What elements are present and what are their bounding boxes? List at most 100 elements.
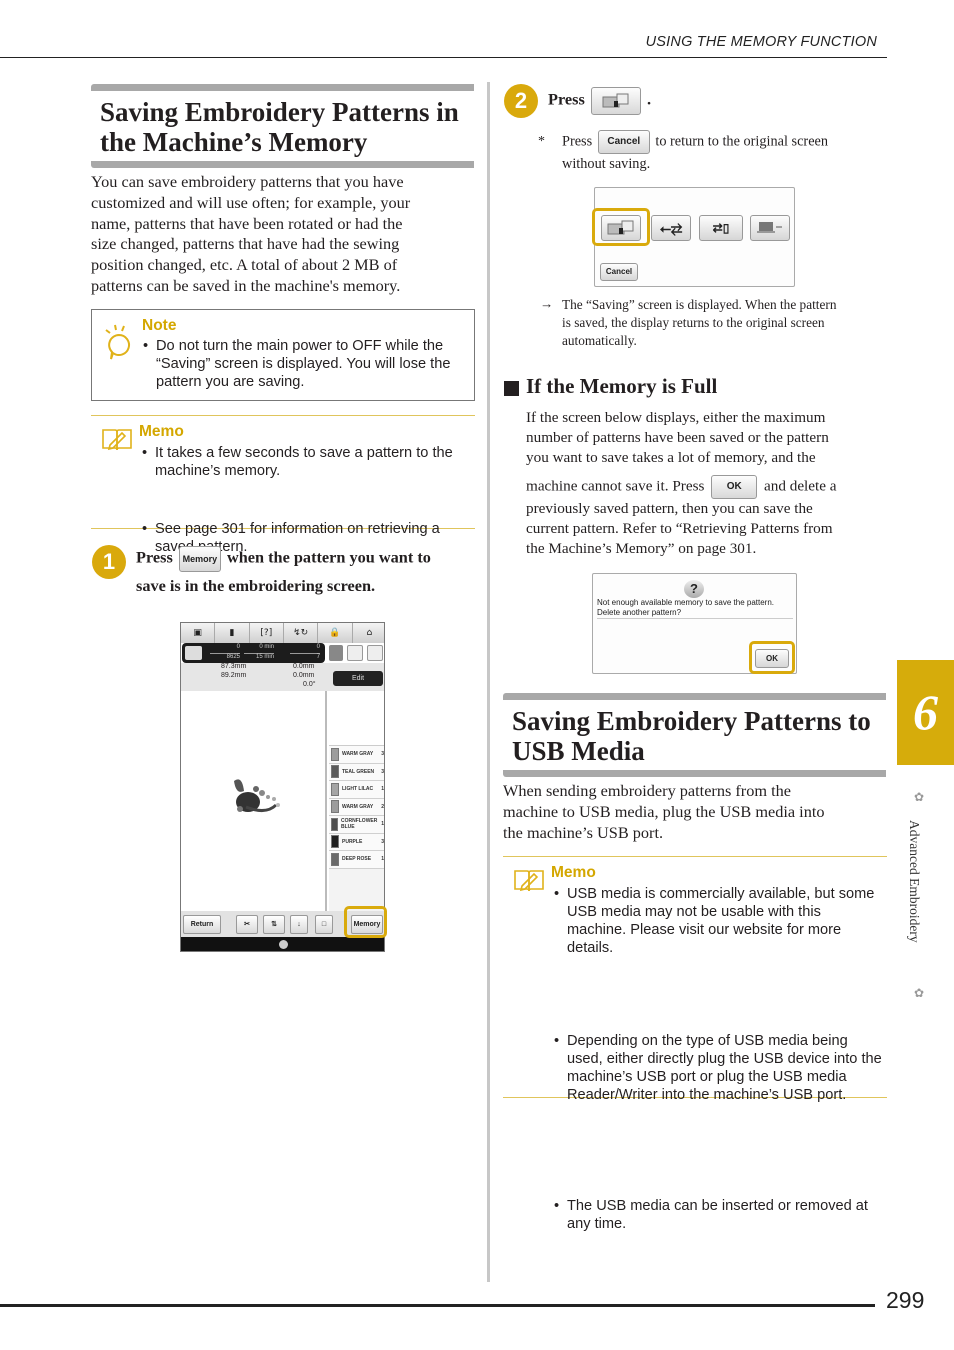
page-number: 299 — [886, 1287, 925, 1313]
settings-icon[interactable] — [279, 940, 288, 949]
result-text: The “Saving” screen is displayed. When t… — [562, 296, 887, 350]
text-line: you want to save takes a lot of memory, … — [526, 448, 816, 466]
chapter-side-label: ✿ Advanced Embroidery ✿ — [906, 790, 936, 1010]
thread-row[interactable]: CORNFLOWER BLUE 1 — [329, 816, 384, 834]
dialog-message-line2: Delete another pattern? — [597, 608, 682, 617]
text-line: previously saved pattern, then you can s… — [526, 500, 813, 518]
needle-icon[interactable]: ↓ — [290, 915, 308, 934]
offset-horizontal: 0.0mm — [293, 672, 315, 679]
tension-icon[interactable]: ⇅ — [263, 915, 285, 934]
thread-swatch — [331, 852, 339, 866]
text-line: machine cannot save it. Press OK and del… — [526, 475, 886, 500]
ok-post: and delete a — [764, 477, 837, 495]
usb-memo-box: Memo USB media is commercially available… — [503, 856, 887, 1232]
thread-row[interactable]: LIGHT LILAC 1 — [329, 781, 384, 799]
thread-row[interactable]: WARM GRAY 3 — [329, 746, 384, 764]
memo-item: It takes a few seconds to save a pattern… — [141, 444, 466, 480]
header-rule — [0, 57, 887, 58]
text-line: number of patterns have been saved or th… — [526, 428, 829, 446]
step2-press: Press — [548, 89, 585, 109]
cancel-note-post: to return to the original screen — [655, 133, 829, 150]
dialog-cancel-button[interactable]: Cancel — [600, 263, 638, 281]
text-line: If the screen below displays, either the… — [526, 409, 826, 426]
usb-title-line1: Saving Embroidery Patterns to — [512, 706, 871, 736]
memory-button-highlight — [344, 906, 387, 938]
thread-name: PURPLE — [342, 838, 363, 845]
layout-icon[interactable] — [329, 645, 343, 661]
thread-count: 1 — [381, 821, 384, 828]
thread-row[interactable]: PURPLE 3 — [329, 833, 384, 851]
ornament-icon: ✿ — [914, 790, 925, 804]
return-button[interactable]: Return — [183, 915, 221, 934]
text-line: size changed, patterns that have had the… — [91, 234, 400, 254]
color-current: 0 — [316, 644, 320, 650]
stitch-count-current: 0 — [236, 644, 240, 650]
help-icon[interactable]: [?] — [250, 623, 284, 643]
cancel-button-ref: Cancel — [597, 130, 650, 154]
ornament-icon: ✿ — [914, 986, 925, 1000]
usb-port-1-button[interactable]: ⭠⇄ — [651, 215, 691, 241]
memory-full-heading: If the Memory is Full — [526, 374, 718, 398]
thread-swatch — [331, 800, 339, 814]
cancel-note-pre: Press — [562, 133, 593, 150]
heading-bar-bottom — [91, 161, 474, 168]
memo-book-icon — [514, 870, 544, 892]
heading-bar-top — [91, 84, 474, 91]
usb-port-2-button[interactable]: ⇄▯ — [699, 215, 743, 241]
step2-period: . — [646, 89, 652, 109]
column-divider — [487, 82, 490, 1282]
step1-line2: save is in the embroidering screen. — [136, 576, 376, 595]
step-badge-2: 2 — [504, 84, 538, 118]
thread-panel: WARM GRAY 3 TEAL GREEN 3 LIGHT LILAC 1 WARM GR… — [329, 691, 384, 911]
camera-icon[interactable]: ▣ — [181, 623, 216, 643]
ok-button-ref: OK — [711, 475, 758, 500]
thread-name: LIGHT LILAC — [342, 786, 374, 793]
memory-option-highlight — [592, 208, 650, 246]
edit-button[interactable]: Edit — [333, 671, 383, 686]
home-icon[interactable]: ⌂ — [353, 623, 384, 643]
memo-item: Depending on the type of USB media being… — [553, 1032, 883, 1104]
thread-icon[interactable] — [367, 645, 383, 661]
note-title: Note — [142, 317, 177, 334]
stitch-count-total: 8625 — [210, 653, 240, 660]
step-badge-1: 1 — [92, 545, 126, 579]
step2-instruction: Press . — [548, 87, 651, 115]
dialog-message: Not enough available memory to save the … — [597, 598, 793, 619]
memory-button-ref: Memory — [178, 546, 221, 572]
text-line: The “Saving” screen is displayed. When t… — [562, 297, 837, 312]
lock-icon[interactable]: 🔒 — [318, 623, 353, 643]
memory-full-paragraph: If the screen below displays, either the… — [526, 408, 886, 559]
text-line: automatically. — [562, 333, 637, 348]
thread-row[interactable]: DEEP ROSE 1 — [329, 851, 384, 869]
thread-count: 1 — [381, 856, 384, 863]
page-icon[interactable]: ▮ — [215, 623, 250, 643]
thread-count: 1 — [381, 786, 384, 793]
computer-usb-button[interactable] — [750, 215, 790, 241]
trial-icon[interactable]: □ — [315, 915, 333, 934]
question-icon: ? — [684, 580, 704, 598]
thread-name: WARM GRAY — [342, 803, 374, 810]
arrow-result: → — [540, 296, 554, 311]
section-title-line1: Saving Embroidery Patterns in — [100, 97, 459, 127]
memo-title: Memo — [551, 864, 596, 881]
presser-foot-icon[interactable]: ↯↻ — [284, 623, 319, 643]
cut-icon[interactable]: ✂ — [236, 915, 258, 934]
memo-box: Memo It takes a few seconds to save a pa… — [91, 415, 475, 555]
time-total: 15 min — [244, 653, 274, 660]
color-total: 7 — [290, 653, 320, 660]
thread-row[interactable]: WARM GRAY 2 — [329, 798, 384, 816]
usb-title-line2: USB Media — [512, 736, 645, 766]
thread-count: 3 — [381, 768, 384, 775]
text-line: is saved, the display returns to the ori… — [562, 315, 825, 330]
thread-swatch — [331, 782, 339, 796]
thread-row[interactable]: TEAL GREEN 3 — [329, 763, 384, 781]
heading-bar-top — [503, 693, 886, 700]
text-line: customized and will use often; for examp… — [91, 192, 411, 212]
thread-name: WARM GRAY — [342, 751, 374, 758]
cancel-note-line2: without saving. — [562, 156, 651, 172]
lightbulb-note-icon — [105, 324, 130, 360]
section-heading-machine-memory: Saving Embroidery Patterns in the Machin… — [91, 84, 474, 168]
preview-icon[interactable] — [347, 645, 363, 661]
step1-rest: when the pattern you want to — [226, 547, 431, 567]
time-current: 0 min — [259, 644, 274, 650]
